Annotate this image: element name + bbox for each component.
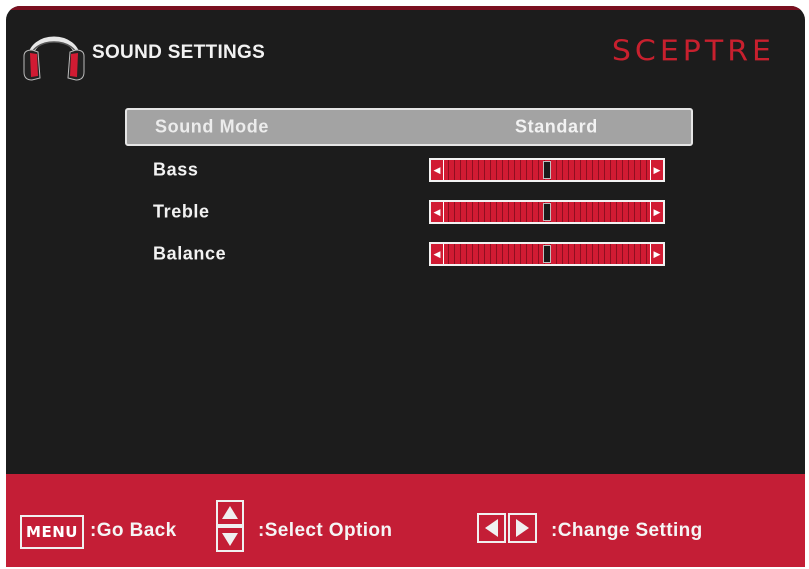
treble-slider[interactable]: ◀ ▶: [429, 200, 665, 224]
slider-left-arrow-icon[interactable]: ◀: [431, 160, 444, 180]
menu-key-icon: MENU: [20, 515, 84, 549]
headphones-icon: [23, 36, 85, 81]
menu-row-bass[interactable]: Bass ◀ ▶: [125, 151, 693, 189]
sound-mode-value: Standard: [515, 116, 598, 137]
slider-thumb[interactable]: [543, 245, 551, 263]
up-down-keys-icon: [216, 500, 244, 552]
brand-logo: SCEPTRE: [611, 34, 775, 69]
slider-right-arrow-icon[interactable]: ▶: [650, 202, 663, 222]
slider-left-arrow-icon[interactable]: ◀: [431, 202, 444, 222]
slider-right-arrow-icon[interactable]: ▶: [650, 244, 663, 264]
go-back-hint: :Go Back: [90, 520, 177, 541]
footer-hint-bar: MENU :Go Back :Select Option :Change Set…: [6, 474, 805, 567]
menu-row-sound-mode[interactable]: Sound Mode Standard: [125, 108, 693, 146]
slider-thumb[interactable]: [543, 203, 551, 221]
balance-label: Balance: [153, 243, 227, 264]
treble-label: Treble: [153, 201, 210, 222]
slider-left-arrow-icon[interactable]: ◀: [431, 244, 444, 264]
menu-row-balance[interactable]: Balance ◀ ▶: [125, 235, 693, 273]
slider-thumb[interactable]: [543, 161, 551, 179]
bass-slider[interactable]: ◀ ▶: [429, 158, 665, 182]
menu-row-treble[interactable]: Treble ◀ ▶: [125, 193, 693, 231]
select-option-hint: :Select Option: [258, 520, 393, 541]
balance-slider[interactable]: ◀ ▶: [429, 242, 665, 266]
sound-mode-label: Sound Mode: [155, 116, 269, 137]
change-setting-hint: :Change Setting: [551, 520, 703, 541]
page-title: SOUND SETTINGS: [92, 42, 266, 63]
slider-right-arrow-icon[interactable]: ▶: [650, 160, 663, 180]
left-right-keys-icon: [477, 513, 537, 543]
bass-label: Bass: [153, 159, 199, 180]
tv-menu-screen: SOUND SETTINGS SCEPTRE Sound Mode Standa…: [6, 6, 805, 567]
